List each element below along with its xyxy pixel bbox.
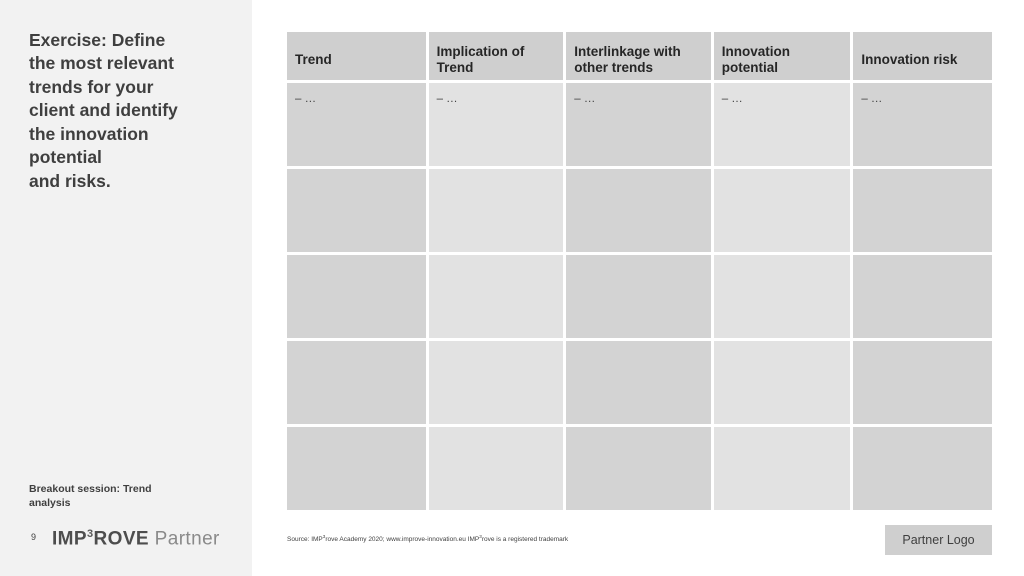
table-cell-trend[interactable] bbox=[287, 169, 426, 252]
table-cell-implication[interactable] bbox=[428, 427, 564, 510]
trend-analysis-table: Trend Implication of Trend Interlinkage … bbox=[287, 32, 992, 510]
header-label: Interlinkage with other trends bbox=[574, 44, 681, 75]
table-cell-innovation-risk[interactable] bbox=[853, 341, 992, 424]
table-row: – … – … – … – … – … bbox=[287, 83, 992, 166]
table-cell-trend[interactable] bbox=[287, 341, 426, 424]
table-cell-innovation-potential[interactable] bbox=[713, 427, 851, 510]
cell-text: – … bbox=[574, 93, 596, 105]
header-label: Implication of Trend bbox=[436, 44, 525, 75]
table-cell-innovation-potential[interactable] bbox=[713, 255, 851, 338]
table-cell-innovation-potential[interactable] bbox=[713, 169, 851, 252]
table-header-interlinkage-with-other-trends: Interlinkage with other trends bbox=[566, 32, 711, 80]
table-cell-innovation-potential[interactable]: – … bbox=[713, 83, 851, 166]
table-cell-innovation-risk[interactable] bbox=[853, 427, 992, 510]
improve-partner-logo: IMP3ROVE Partner bbox=[52, 528, 220, 550]
source-note: Source: IMP3rove Academy 2020; www.impro… bbox=[287, 534, 568, 543]
logo-text-partner: Partner bbox=[154, 528, 220, 550]
table-cell-trend[interactable]: – … bbox=[287, 83, 426, 166]
logo-text-rove: ROVE bbox=[93, 528, 149, 550]
header-label: Innovation risk bbox=[861, 52, 958, 68]
table-cell-implication[interactable] bbox=[428, 341, 564, 424]
table-cell-innovation-potential[interactable] bbox=[713, 341, 851, 424]
table-cell-trend[interactable] bbox=[287, 427, 426, 510]
source-prefix: Source: IMP bbox=[287, 536, 323, 544]
cell-text: – … bbox=[295, 93, 317, 105]
table-row bbox=[287, 169, 992, 252]
table-header-implication-of-trend: Implication of Trend bbox=[428, 32, 564, 80]
table-cell-interlinkage[interactable] bbox=[566, 427, 711, 510]
table-header-row: Trend Implication of Trend Interlinkage … bbox=[287, 32, 992, 80]
table-header-innovation-potential: Innovation potential bbox=[713, 32, 851, 80]
table-cell-interlinkage[interactable] bbox=[566, 255, 711, 338]
partner-logo-label: Partner Logo bbox=[902, 533, 975, 547]
table-row bbox=[287, 255, 992, 338]
cell-text: – … bbox=[721, 93, 743, 105]
page-title: Exercise: Define the most relevant trend… bbox=[29, 30, 178, 191]
table-row bbox=[287, 427, 992, 510]
table-cell-innovation-risk[interactable] bbox=[853, 255, 992, 338]
table-cell-implication[interactable] bbox=[428, 169, 564, 252]
table-cell-implication[interactable] bbox=[428, 255, 564, 338]
slide: Exercise: Define the most relevant trend… bbox=[0, 0, 1024, 576]
table-cell-innovation-risk[interactable]: – … bbox=[853, 83, 992, 166]
logo-text-imp: IMP bbox=[52, 528, 87, 550]
source-mid: rove Academy 2020; www.improve-innovatio… bbox=[325, 536, 480, 544]
table-header-trend: Trend bbox=[287, 32, 426, 80]
partner-logo-placeholder: Partner Logo bbox=[885, 525, 992, 555]
footer-session-label: Breakout session: Trend analysis bbox=[29, 483, 152, 510]
table-header-innovation-risk: Innovation risk bbox=[853, 32, 992, 80]
table-cell-interlinkage[interactable]: – … bbox=[566, 83, 711, 166]
cell-text: – … bbox=[436, 93, 458, 105]
table-cell-interlinkage[interactable] bbox=[566, 341, 711, 424]
table-cell-implication[interactable]: – … bbox=[428, 83, 564, 166]
table-cell-innovation-risk[interactable] bbox=[853, 169, 992, 252]
table-cell-interlinkage[interactable] bbox=[566, 169, 711, 252]
page-number: 9 bbox=[31, 532, 37, 542]
cell-text: – … bbox=[861, 93, 883, 105]
header-label: Trend bbox=[295, 52, 332, 68]
table-row bbox=[287, 341, 992, 424]
header-label: Innovation potential bbox=[721, 44, 790, 75]
source-suffix: rove is a registered trademark bbox=[481, 536, 569, 544]
table-cell-trend[interactable] bbox=[287, 255, 426, 338]
